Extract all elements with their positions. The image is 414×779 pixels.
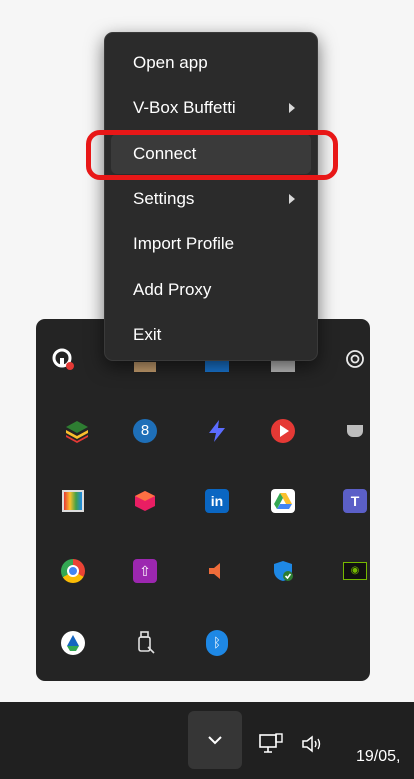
menu-item-label: Open app [133,53,208,72]
nvidia-icon[interactable]: ◉ [342,558,368,584]
network-icon[interactable] [258,732,284,761]
menu-item-label: Import Profile [133,234,235,253]
cube-icon[interactable] [132,488,158,514]
vpn-app-icon[interactable] [50,346,76,372]
chevron-down-icon [208,736,222,745]
teams-icon[interactable]: T [342,488,368,514]
highlight-annotation-ring [86,130,338,180]
usb-icon[interactable] [132,630,158,656]
bluestacks-icon[interactable] [64,418,90,444]
submenu-arrow-icon [289,103,295,113]
chatgpt-icon[interactable] [342,346,368,372]
google-drive-icon[interactable] [270,488,296,514]
drive-sync-icon[interactable] [60,630,86,656]
submenu-arrow-icon [289,194,295,204]
menu-item-label: Add Proxy [133,280,212,299]
speaker-app-icon[interactable] [204,558,230,584]
upload-icon[interactable]: ⇧ [132,558,158,584]
menu-item-exit[interactable]: Exit [111,315,311,355]
chrome-icon[interactable] [60,558,86,584]
menu-item-v-box-buffetti[interactable]: V-Box Buffetti [111,88,311,128]
show-hidden-icons-button[interactable] [188,711,242,769]
color-picker-icon[interactable] [60,488,86,514]
taskbar-clock[interactable]: 19/05, [356,748,400,766]
eight-icon[interactable]: 8 [132,418,158,444]
menu-item-label: V-Box Buffetti [133,98,236,117]
menu-item-label: Exit [133,325,162,344]
tray-overflow-panel: 8 in T ⇧ ◉ ᛒ [36,319,370,681]
context-menu: Open app V-Box Buffetti Connect Settings… [104,32,318,361]
bolt-icon[interactable] [204,418,230,444]
menu-item-label: Settings [133,189,195,208]
cup-icon[interactable] [342,418,368,444]
menu-item-settings[interactable]: Settings [111,179,311,219]
linkedin-icon[interactable]: in [204,488,230,514]
menu-item-import-profile[interactable]: Import Profile [111,224,311,264]
menu-item-add-proxy[interactable]: Add Proxy [111,270,311,310]
bluetooth-icon[interactable]: ᛒ [204,630,230,656]
menu-item-open-app[interactable]: Open app [111,43,311,83]
volume-icon[interactable] [300,734,326,759]
youtube-icon[interactable] [270,418,296,444]
defender-icon[interactable] [270,558,296,584]
